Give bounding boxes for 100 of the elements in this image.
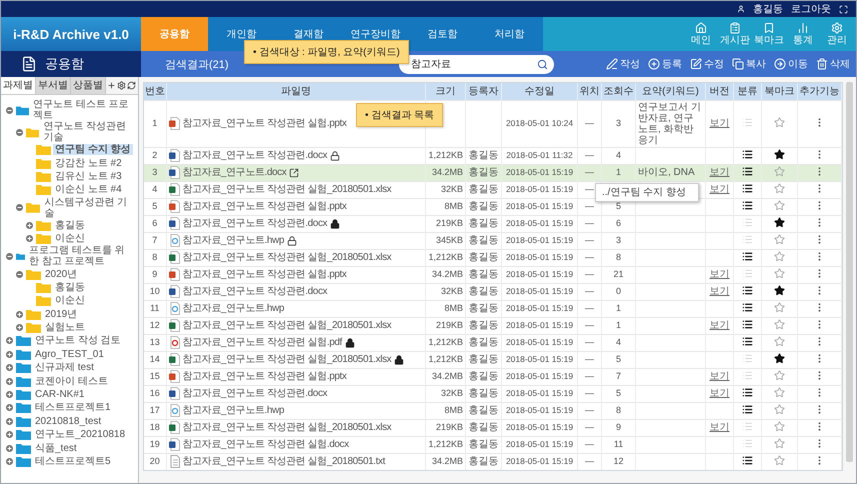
tree-item[interactable]: 테스트프로젝트5 <box>33 456 113 467</box>
star-icon[interactable] <box>774 352 785 364</box>
tree-item[interactable]: 연구노트 테스트 프로젝트 <box>31 99 136 121</box>
search-field[interactable]: 참고자료 <box>399 54 554 74</box>
version-link[interactable]: 보기 <box>710 286 730 297</box>
file-name[interactable]: 참고자료_연구노트 작성관련 실험_20180501.txt <box>182 456 386 467</box>
toolbar-button[interactable]: 작성 <box>606 57 640 71</box>
table-row[interactable]: 20 참고자료_연구노트 작성관련 실험_20180501.txt 34.2MB 홍길동 2018-05-01 15:19 — 12 <box>144 453 842 470</box>
version-link[interactable]: 보기 <box>710 422 730 433</box>
list-icon[interactable] <box>742 284 753 296</box>
tree-item[interactable]: 테스트프로젝트1 <box>33 402 113 414</box>
expand-icon[interactable] <box>5 363 14 372</box>
star-icon[interactable] <box>774 370 785 380</box>
file-name[interactable]: 참고자료_연구노트 작성관련 실험.pdf <box>182 337 342 348</box>
star-icon[interactable] <box>774 116 785 128</box>
version-link[interactable]: 보기 <box>710 118 730 129</box>
version-link[interactable]: 보기 <box>710 184 730 195</box>
list-icon[interactable] <box>742 302 753 312</box>
tree-item[interactable]: 연구노트 작성관련기술 <box>41 121 136 143</box>
table-row[interactable]: 14 참고자료_연구노트 작성관련 실험_20180501.xlsx 1,212KB 홍길동 2018-05-01 15:19 — 5 <box>144 351 842 368</box>
table-row[interactable]: 6 참고자료_연구노트 작성관련.docx 219KB 홍길동 2018-05-01 15:19 — 6 <box>144 215 842 232</box>
table-row[interactable]: 16 참고자료_연구노트 작성관련.docx 32KB 홍길동 2018-05-01 15:19 — 5 보기 <box>144 385 842 402</box>
list-icon[interactable] <box>742 200 753 210</box>
file-name[interactable]: 참고자료_연구노트 작성관련 실험.docx <box>182 439 349 450</box>
collapse-icon[interactable] <box>15 203 24 212</box>
expand-icon[interactable] <box>15 323 24 332</box>
star-icon[interactable] <box>774 200 785 210</box>
star-icon[interactable] <box>774 302 785 312</box>
nav-tab[interactable]: 검토함 <box>409 17 476 51</box>
list-icon[interactable] <box>742 250 753 262</box>
collapse-icon[interactable] <box>15 270 24 279</box>
settings-icon[interactable] <box>117 81 126 90</box>
user-name[interactable]: 홍길동 <box>753 2 783 16</box>
collapse-icon[interactable] <box>15 128 24 136</box>
sidebar-tab[interactable]: 부서별 <box>36 77 71 94</box>
file-name[interactable]: 참고자료_연구노트.hwp <box>182 235 284 246</box>
list-icon[interactable] <box>742 166 753 176</box>
version-link[interactable]: 보기 <box>710 371 730 382</box>
star-icon[interactable] <box>774 404 785 414</box>
search-icon[interactable] <box>537 58 548 70</box>
expand-icon[interactable] <box>5 430 14 440</box>
tree-item[interactable]: Agro_TEST_01 <box>33 348 106 360</box>
toolbar-button[interactable]: 수정 <box>690 57 724 71</box>
table-row[interactable]: 19 참고자료_연구노트 작성관련 실험.docx 1,212KB 홍길동 2018-05-01 15:19 — 11 <box>144 436 842 453</box>
toolbar-button[interactable]: 이동 <box>774 57 808 71</box>
version-link[interactable]: 보기 <box>710 269 730 280</box>
star-icon[interactable] <box>774 438 785 448</box>
list-icon[interactable] <box>742 336 753 346</box>
list-icon[interactable] <box>742 454 753 466</box>
tree-item[interactable]: 이순신 <box>53 295 87 306</box>
file-name[interactable]: 참고자료_연구노트 작성관련.docx <box>182 218 328 229</box>
tree-item[interactable]: 식품_test <box>33 442 79 454</box>
tree-item[interactable]: 신규과제 test <box>33 362 96 374</box>
tree-item[interactable]: 프로그램 테스트를 위한 참고 프로젝트 <box>27 245 136 268</box>
table-row[interactable]: 18 참고자료_연구노트 작성관련 실험_20180501.xlsx 219KB 홍길동 2018-05-01 15:19 — 9 보기 <box>144 419 842 436</box>
expand-icon[interactable] <box>15 310 24 319</box>
table-row[interactable]: 2 참고자료_연구노트 작성관련.docx 1,212KB 홍길동 2018-05-01 11:32 — 4 <box>144 147 842 164</box>
star-icon[interactable] <box>774 284 785 296</box>
star-icon[interactable] <box>774 234 785 244</box>
table-row[interactable]: 17 참고자료_연구노트.hwp 8MB 홍길동 2018-05-01 15:19 — 8 <box>144 402 842 419</box>
toolbar-button[interactable]: 삭제 <box>816 57 850 71</box>
nav-tab[interactable]: 처리함 <box>476 17 543 51</box>
expand-icon[interactable] <box>25 220 34 230</box>
tree-item[interactable]: 2019년 <box>43 308 80 320</box>
table-row[interactable]: 11 참고자료_연구노트.hwp 8MB 홍길동 2018-05-01 15:19 — 1 <box>144 300 842 317</box>
expand-icon[interactable] <box>5 457 14 466</box>
tree-item[interactable]: 20210818_test <box>33 416 104 427</box>
table-row[interactable]: 10 참고자료_연구노트 작성관련.docx 32KB 홍길동 2018-05-01 15:19 — 0 보기 <box>144 283 842 300</box>
file-name[interactable]: 참고자료_연구노트 작성관련 실험_20180501.xlsx <box>182 422 392 433</box>
file-name[interactable]: 참고자료_연구노트 작성관련 실험.pptx <box>182 371 346 382</box>
tree-item[interactable]: CAR-NK#1 <box>33 389 86 400</box>
file-name[interactable]: 참고자료_연구노트 작성관련.docx <box>182 388 328 399</box>
file-name[interactable]: 참고자료_연구노트.hwp <box>182 303 284 314</box>
table-row[interactable]: 9 참고자료_연구노트 작성관련 실험.pptx 34.2MB 홍길동 2018-05-01 15:19 — 21 보기 <box>144 266 842 283</box>
scrollbar[interactable] <box>846 82 853 462</box>
expand-icon[interactable] <box>5 350 14 359</box>
toolbar-button[interactable]: 복사 <box>732 57 766 71</box>
table-row[interactable]: 12 참고자료_연구노트 작성관련 실험_20180501.xlsx 219KB 홍길동 2018-05-01 15:19 — 1 보기 <box>144 317 842 334</box>
expand-icon[interactable] <box>5 416 14 426</box>
star-icon[interactable] <box>774 454 785 466</box>
tree-item[interactable]: 시스템구성관련 기술 <box>42 196 136 219</box>
expand-icon[interactable] <box>5 376 14 386</box>
collapse-icon[interactable] <box>5 252 14 261</box>
tree-item[interactable]: 홍길동 <box>53 282 87 293</box>
list-icon[interactable] <box>742 386 753 398</box>
tree-item[interactable]: 김유신 노트 #3 <box>53 170 124 182</box>
sidebar-tab[interactable]: 과제별 <box>1 77 36 94</box>
table-row[interactable]: 3 참고자료_연구노트.docx 34.2MB 홍길동 2018-05-01 15:19 — 1 바이오, DNA 보기 <box>144 164 842 181</box>
tree-item[interactable]: 2020년 <box>43 268 80 280</box>
tree-item[interactable]: 연구노트 작성 검토 <box>33 335 123 346</box>
table-row[interactable]: 5 참고자료_연구노트 작성관련 실험.pptx 8MB 홍길동 2018-05-01 15:19 — 5 <box>144 198 842 215</box>
table-row[interactable]: 7 참고자료_연구노트.hwp 345KB 홍길동 2018-05-01 15:19 — 3 <box>144 232 842 249</box>
file-name[interactable]: 참고자료_연구노트 작성관련 실험_20180501.xlsx <box>182 354 392 365</box>
expand-icon[interactable] <box>25 234 34 244</box>
file-name[interactable]: 참고자료_연구노트 작성관련 실험.pptx <box>182 118 346 129</box>
list-icon[interactable] <box>742 404 753 414</box>
list-icon[interactable] <box>742 318 753 330</box>
tree-item[interactable]: 연구노트_20210818 <box>33 429 128 440</box>
list-icon[interactable] <box>742 182 753 194</box>
expand-icon[interactable] <box>5 336 14 346</box>
